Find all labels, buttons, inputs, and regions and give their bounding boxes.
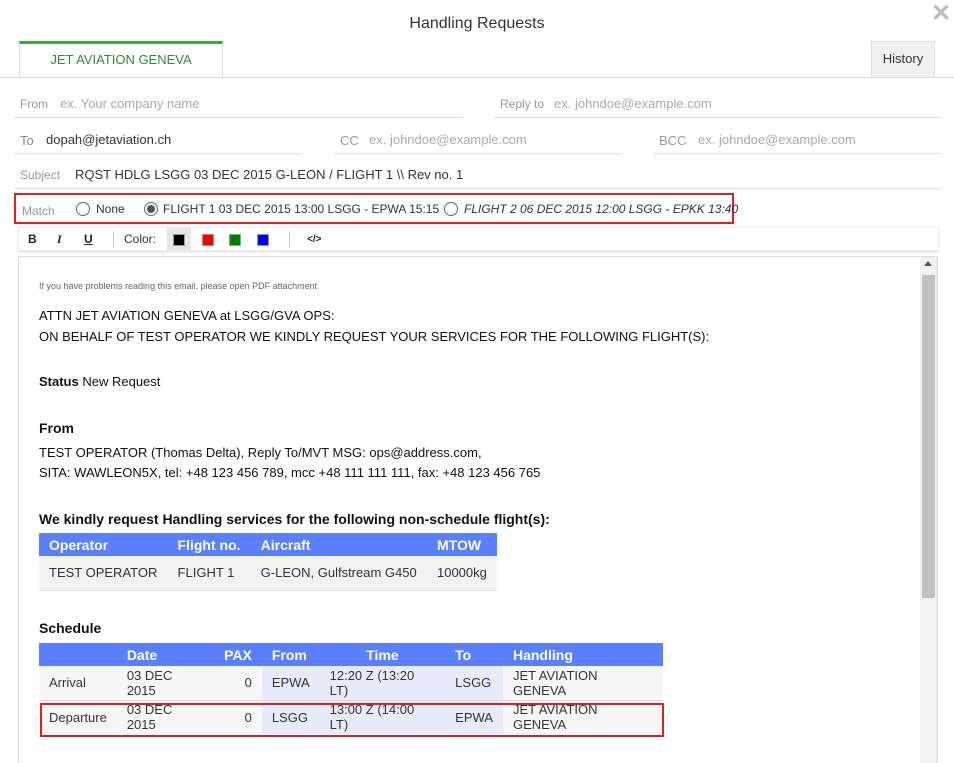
editor-toolbar: B I U Color: </> xyxy=(18,227,939,251)
status-line: Status New Request xyxy=(39,374,160,389)
status-value: New Request xyxy=(82,374,161,389)
pdf-note: If you have problems reading this email,… xyxy=(39,281,318,291)
from-heading: From xyxy=(39,420,74,436)
request-heading: We kindly request Handling services for … xyxy=(39,511,550,527)
table-header: Flight no. xyxy=(167,533,251,556)
color-red-swatch[interactable] xyxy=(196,228,220,250)
table-header: To xyxy=(445,643,503,666)
from-line-2: SITA: WAWLEON5X, tel: +48 123 456 789, m… xyxy=(39,465,541,480)
subject-field[interactable]: Subject RQST HDLG LSGG 03 DEC 2015 G-LEO… xyxy=(14,161,941,189)
cc-label: CC xyxy=(340,133,359,148)
italic-button[interactable]: I xyxy=(57,232,62,247)
attn-line-1: ATTN JET AVIATION GENEVA at LSGG/GVA OPS… xyxy=(39,308,335,323)
match-flight2-radio[interactable] xyxy=(444,202,458,216)
table-header: Handling xyxy=(502,643,663,666)
table-header: Operator xyxy=(39,533,168,556)
tab-bar: JET AVIATION GENEVA History xyxy=(19,41,935,78)
bold-button[interactable]: B xyxy=(28,232,37,246)
close-icon[interactable]: ✕ xyxy=(930,2,952,26)
editor-scrollbar[interactable] xyxy=(920,257,937,763)
departure-highlight xyxy=(40,703,664,737)
underline-button[interactable]: U xyxy=(84,232,93,246)
table-header: Aircraft xyxy=(250,533,427,556)
toolbar-divider xyxy=(289,231,290,248)
subject-label: Subject xyxy=(20,168,61,182)
schedule-heading: Schedule xyxy=(39,620,102,636)
bcc-input[interactable]: ex. johndoe@example.com xyxy=(698,132,856,147)
match-flight1-label[interactable]: FLIGHT 1 03 DEC 2015 13:00 LSGG - EPWA 1… xyxy=(163,202,439,216)
table-cell: LSGG xyxy=(445,666,503,701)
table-cell: G-LEON, Gulfstream G450 xyxy=(250,556,427,591)
tab-jet-aviation-geneva[interactable]: JET AVIATION GENEVA xyxy=(19,41,223,78)
toolbar-divider xyxy=(113,231,114,248)
to-field[interactable]: To dopah@jetaviation.ch xyxy=(14,126,302,154)
status-label: Status xyxy=(39,374,79,389)
color-black-swatch[interactable] xyxy=(167,228,191,250)
match-flight1-radio[interactable] xyxy=(144,202,158,216)
table-cell: 03 DEC 2015 xyxy=(116,666,215,701)
table-cell: TEST OPERATOR xyxy=(39,556,168,591)
from-field[interactable]: From ex. Your company name xyxy=(14,90,462,118)
match-none-label[interactable]: None xyxy=(96,202,125,216)
match-flight2-label[interactable]: FLIGHT 2 06 DEC 2015 12:00 LSGG - EPKK 1… xyxy=(464,202,738,216)
window-title: Handling Requests xyxy=(409,15,545,32)
email-editor[interactable]: If you have problems reading this email,… xyxy=(18,256,938,763)
scroll-up-icon[interactable] xyxy=(924,261,932,266)
flight-table-header: Operator Flight no. Aircraft MTOW xyxy=(39,533,497,556)
flight-table: Operator Flight no. Aircraft MTOW TEST O… xyxy=(39,533,497,591)
table-cell: Arrival xyxy=(39,666,117,701)
subject-input[interactable]: RQST HDLG LSGG 03 DEC 2015 G-LEON / FLIG… xyxy=(75,167,463,182)
table-header: From xyxy=(261,643,320,666)
table-cell: 10000kg xyxy=(426,556,497,591)
table-cell: 0 xyxy=(214,666,262,701)
to-label: To xyxy=(20,133,34,148)
table-cell: 12:20 Z (13:20 LT) xyxy=(319,666,446,701)
reply-to-field[interactable]: Reply to ex. johndoe@example.com xyxy=(494,90,941,118)
schedule-table-header: Date PAX From Time To Handling xyxy=(39,643,663,666)
table-cell: EPWA xyxy=(261,666,320,701)
scroll-thumb[interactable] xyxy=(922,275,935,598)
tab-divider xyxy=(0,77,954,78)
cc-field[interactable]: CC ex. johndoe@example.com xyxy=(334,126,622,154)
attn-line-2: ON BEHALF OF TEST OPERATOR WE KINDLY REQ… xyxy=(39,329,710,344)
color-blue-swatch[interactable] xyxy=(251,228,275,250)
table-cell: JET AVIATION GENEVA xyxy=(502,666,663,701)
color-label: Color: xyxy=(124,232,157,246)
table-cell: FLIGHT 1 xyxy=(167,556,251,591)
table-header: Time xyxy=(319,643,446,666)
table-header xyxy=(39,643,117,666)
bcc-label: BCC xyxy=(659,133,687,148)
table-header: MTOW xyxy=(426,533,497,556)
color-green-swatch[interactable] xyxy=(223,228,247,250)
table-row: Arrival 03 DEC 2015 0 EPWA 12:20 Z (13:2… xyxy=(39,666,663,701)
history-button[interactable]: History xyxy=(871,41,935,77)
reply-to-input[interactable]: ex. johndoe@example.com xyxy=(554,96,712,111)
table-row: TEST OPERATOR FLIGHT 1 G-LEON, Gulfstrea… xyxy=(39,556,497,591)
match-none-radio[interactable] xyxy=(76,202,90,216)
reply-to-label: Reply to xyxy=(500,97,545,111)
from-input[interactable]: ex. Your company name xyxy=(60,96,199,111)
code-view-button[interactable]: </> xyxy=(307,234,321,245)
from-line-1: TEST OPERATOR (Thomas Delta), Reply To/M… xyxy=(39,445,482,460)
from-label: From xyxy=(20,97,48,111)
match-group: Match None FLIGHT 1 03 DEC 2015 13:00 LS… xyxy=(14,193,738,224)
match-label: Match xyxy=(22,204,55,218)
bcc-field[interactable]: BCC ex. johndoe@example.com xyxy=(653,126,941,154)
table-header: Date xyxy=(116,643,215,666)
cc-input[interactable]: ex. johndoe@example.com xyxy=(369,132,527,147)
to-input[interactable]: dopah@jetaviation.ch xyxy=(46,132,171,147)
table-header: PAX xyxy=(214,643,262,666)
